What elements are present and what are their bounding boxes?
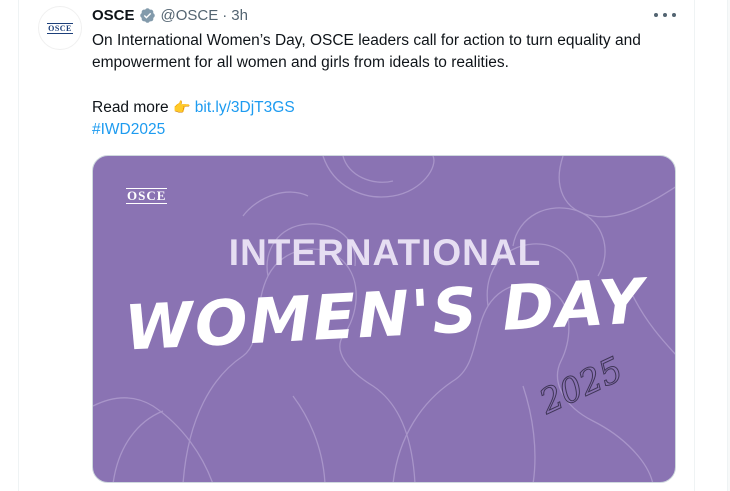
timeline-right-border bbox=[694, 0, 695, 491]
hashtag-link[interactable]: #IWD2025 bbox=[92, 121, 165, 138]
read-more-label: Read more bbox=[92, 99, 169, 116]
pointing-hand-icon: 👉 bbox=[173, 99, 191, 115]
more-dot-icon bbox=[654, 13, 658, 17]
image-osce-logo: OSCE bbox=[126, 188, 168, 204]
timeline-left-border bbox=[18, 0, 19, 491]
tweet-header: OSCE @OSCE · 3h bbox=[92, 5, 248, 25]
time-separator: · bbox=[222, 6, 228, 24]
avatar[interactable]: OSCE bbox=[38, 6, 82, 50]
timestamp[interactable]: 3h bbox=[231, 7, 248, 24]
author-handle[interactable]: @OSCE bbox=[161, 7, 219, 24]
tweet-link[interactable]: bit.ly/3DjT3GS bbox=[195, 99, 295, 116]
read-more-line: Read more 👉 bit.ly/3DjT3GS bbox=[92, 96, 687, 119]
more-options-button[interactable] bbox=[654, 8, 676, 22]
tweet-body: On International Women’s Day, OSCE leade… bbox=[92, 32, 641, 71]
more-dot-icon bbox=[663, 13, 667, 17]
author-name[interactable]: OSCE bbox=[92, 7, 135, 24]
verified-badge-icon bbox=[139, 7, 155, 23]
more-dot-icon bbox=[672, 13, 676, 17]
tweet-image[interactable]: OSCE INTERNATIONAL WOMEN'S DAY 2025 bbox=[92, 155, 676, 483]
tweet-text: On International Women’s Day, OSCE leade… bbox=[92, 30, 687, 141]
avatar-logo: OSCE bbox=[47, 22, 73, 34]
